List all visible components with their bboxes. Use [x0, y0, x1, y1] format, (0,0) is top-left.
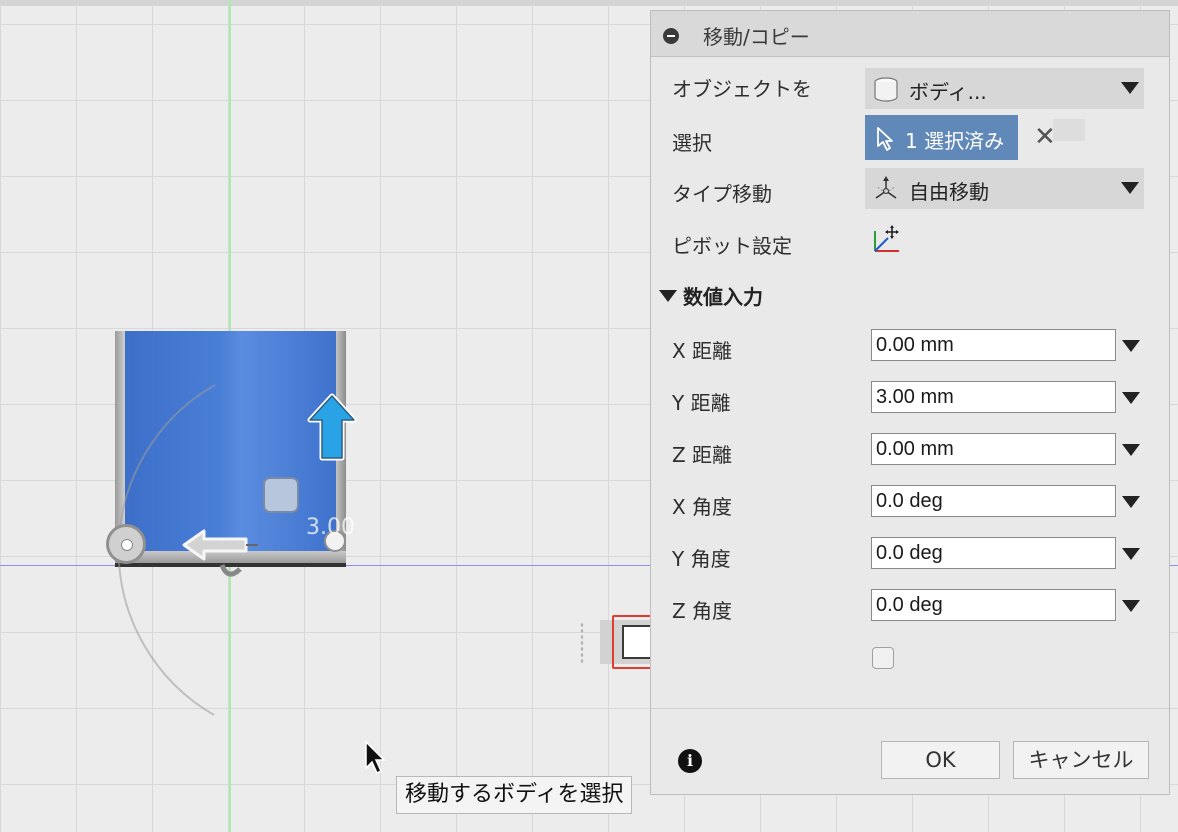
body-icon — [874, 77, 898, 102]
chevron-down-icon[interactable] — [1122, 600, 1140, 612]
z-angle-label: Z 角度 — [672, 599, 733, 623]
chevron-down-icon — [1121, 82, 1139, 94]
y-distance-input[interactable]: 3.00 mm — [871, 381, 1116, 413]
panel-title: 移動/コピー — [703, 25, 810, 49]
move-type-dropdown[interactable]: 自由移動 — [865, 168, 1144, 209]
chevron-down-icon[interactable] — [1122, 548, 1140, 560]
object-label: オブジェクトを — [672, 77, 812, 101]
cancel-button[interactable]: キャンセル — [1013, 741, 1149, 779]
planar-move-handle[interactable] — [263, 477, 299, 513]
selection-value: 1 選択済み — [905, 129, 1005, 153]
pivot-icon[interactable] — [869, 223, 903, 257]
chevron-down-icon — [1121, 182, 1139, 194]
x-distance-input[interactable]: 0.00 mm — [871, 329, 1116, 361]
pivot-origin-handle[interactable] — [106, 524, 146, 564]
ghost-artifact — [1053, 119, 1085, 141]
clear-selection-button[interactable]: ✕ — [1034, 122, 1056, 152]
object-dropdown[interactable]: ボディ... — [865, 68, 1144, 109]
free-move-icon — [875, 176, 897, 199]
chevron-down-icon[interactable] — [1122, 444, 1140, 456]
panel-footer: i OK キャンセル — [651, 708, 1169, 795]
y-angle-input[interactable]: 0.0 deg — [871, 537, 1116, 569]
section-collapse-icon[interactable] — [659, 290, 677, 302]
x-angle-input[interactable]: 0.0 deg — [871, 485, 1116, 517]
y-angle-label: Y 角度 — [672, 547, 731, 571]
chevron-down-icon[interactable] — [1122, 496, 1140, 508]
panel-header[interactable]: 移動/コピー — [651, 11, 1169, 57]
pivot-label: ピボット設定 — [672, 234, 792, 258]
up-arrow-icon[interactable] — [306, 392, 358, 464]
create-copy-checkbox[interactable] — [872, 647, 894, 669]
info-icon[interactable]: i — [678, 749, 702, 773]
object-value: ボディ... — [909, 80, 987, 104]
chevron-down-icon[interactable] — [1122, 340, 1140, 352]
y-distance-label: Y 距離 — [672, 391, 731, 415]
z-angle-input[interactable]: 0.0 deg — [871, 589, 1116, 621]
move-type-value: 自由移動 — [909, 180, 989, 204]
type-label: タイプ移動 — [672, 182, 772, 206]
collapse-icon[interactable] — [663, 28, 679, 44]
tooltip: 移動するボディを選択 — [396, 776, 633, 814]
z-distance-input[interactable]: 0.00 mm — [871, 433, 1116, 465]
ok-button[interactable]: OK — [881, 741, 1000, 779]
mouse-cursor-icon — [365, 740, 386, 775]
x-distance-label: X 距離 — [672, 339, 733, 363]
move-copy-panel: 移動/コピー オブジェクトを ボディ... 選択 1 選択済み ✕ タイプ移動 … — [650, 10, 1170, 795]
selection-label: 選択 — [672, 131, 712, 155]
chevron-down-icon[interactable] — [1122, 392, 1140, 404]
selection-button[interactable]: 1 選択済み — [865, 115, 1018, 160]
x-angle-label: X 角度 — [672, 495, 733, 519]
cursor-select-icon — [877, 127, 893, 151]
section-numeric-input[interactable]: 数値入力 — [683, 281, 763, 310]
left-arrow-icon[interactable] — [180, 528, 260, 562]
z-distance-label: Z 距離 — [672, 443, 733, 467]
dimension-label: 3.00 — [306, 515, 355, 540]
mini-toolbar-grip[interactable] — [580, 622, 584, 664]
rotation-arc[interactable] — [0, 0, 400, 760]
